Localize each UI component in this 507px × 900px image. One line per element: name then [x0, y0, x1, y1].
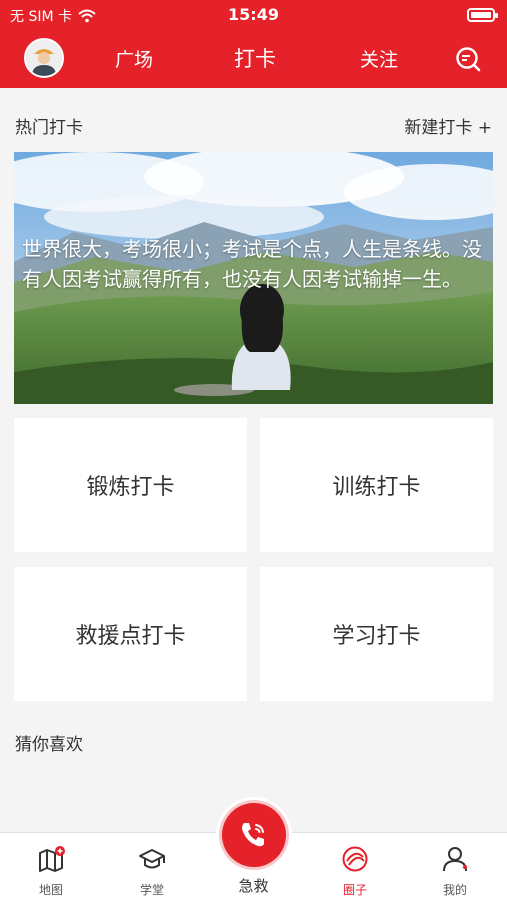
graduation-cap-icon — [139, 849, 165, 869]
banner-quote: 世界很大，考场很小；考试是个点，人生是条线。没有人因考试赢得所有，也没有人因考试… — [22, 237, 482, 291]
circle-icon — [342, 846, 368, 872]
avatar-icon — [26, 40, 62, 76]
card-label: 学习打卡 — [332, 624, 421, 649]
tab-follow[interactable]: 关注 — [360, 45, 398, 72]
avatar[interactable] — [24, 38, 64, 78]
card-label: 救援点打卡 — [75, 624, 186, 649]
status-bar: 无 SIM 卡 15:49 — [0, 0, 507, 30]
map-icon — [39, 846, 65, 872]
search-icon[interactable] — [455, 46, 481, 72]
training-checkin-card[interactable]: 训练打卡 — [260, 418, 493, 552]
top-nav: 广场 打卡 关注 — [0, 30, 507, 88]
card-label: 锻炼打卡 — [86, 475, 175, 500]
tab-checkin[interactable]: 打卡 — [234, 43, 276, 73]
status-time: 15:49 — [228, 5, 279, 24]
rescue-point-checkin-card[interactable]: 救援点打卡 — [14, 567, 247, 701]
hot-banner[interactable]: 世界很大，考场很小；考试是个点，人生是条线。没有人因考试赢得所有，也没有人因考试… — [14, 152, 493, 404]
battery-icon — [467, 8, 498, 22]
guess-you-like-title: 猜你喜欢 — [15, 735, 83, 755]
user-icon — [443, 847, 467, 872]
new-checkin-button[interactable]: 新建打卡 + — [404, 113, 492, 138]
hot-section-header: 热门打卡 新建打卡 + — [15, 113, 492, 143]
emergency-button-wrap — [216, 797, 292, 873]
card-label: 训练打卡 — [332, 475, 421, 500]
hot-title: 热门打卡 — [15, 118, 83, 138]
tab-square[interactable]: 广场 — [115, 45, 153, 72]
exercise-checkin-card[interactable]: 锻炼打卡 — [14, 418, 247, 552]
emergency-label: 急救 — [238, 877, 269, 895]
top-header: 无 SIM 卡 15:49 广场 打卡 关注 — [0, 0, 507, 88]
phone-icon — [242, 823, 264, 847]
study-checkin-card[interactable]: 学习打卡 — [260, 567, 493, 701]
emergency-button[interactable] — [222, 803, 286, 867]
